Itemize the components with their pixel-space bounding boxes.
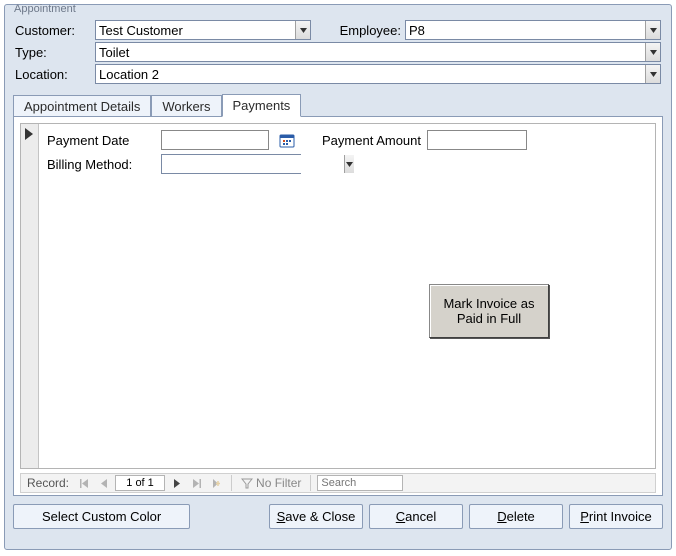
employee-dropdown-btn[interactable] <box>645 21 660 39</box>
groupbox-title: Appointment <box>11 3 79 15</box>
prev-record-icon <box>99 478 110 489</box>
payment-date-input[interactable] <box>162 131 268 149</box>
employee-label: Employee: <box>313 19 403 41</box>
last-record-icon <box>191 478 202 489</box>
chevron-down-icon <box>345 160 354 169</box>
tab-workers[interactable]: Workers <box>151 95 221 117</box>
mark-invoice-paid-label: Mark Invoice as Paid in Full <box>434 296 544 326</box>
payment-date-label: Payment Date <box>47 133 155 148</box>
cancel-button[interactable]: Cancel <box>369 504 463 529</box>
payments-subform: Payment Date <box>20 123 656 469</box>
chevron-down-icon <box>649 70 658 79</box>
nav-last-button[interactable] <box>187 474 205 492</box>
type-dropdown-btn[interactable] <box>645 43 660 61</box>
nav-next-button[interactable] <box>167 474 185 492</box>
nav-new-button[interactable] <box>207 474 225 492</box>
next-record-icon <box>171 478 182 489</box>
new-record-icon <box>211 478 222 489</box>
type-label: Type: <box>13 41 93 63</box>
calendar-button[interactable] <box>278 131 296 149</box>
type-combo[interactable] <box>95 42 661 62</box>
record-search[interactable] <box>317 475 403 491</box>
mark-invoice-paid-button[interactable]: Mark Invoice as Paid in Full <box>429 284 549 338</box>
customer-dropdown-btn[interactable] <box>295 21 310 39</box>
filter-text: No Filter <box>256 476 301 490</box>
select-custom-color-button[interactable]: Select Custom Color <box>13 504 190 529</box>
tabstrip: Appointment Details Workers Payments <box>13 93 663 116</box>
tabpage-payments: Payment Date <box>13 116 663 496</box>
billing-method-label: Billing Method: <box>47 157 155 172</box>
location-combo[interactable] <box>95 64 661 84</box>
first-record-icon <box>79 478 90 489</box>
appointment-groupbox: Appointment Customer: Employee: <box>4 4 672 550</box>
payment-amount-field[interactable] <box>427 130 527 150</box>
calendar-icon <box>279 132 295 148</box>
record-label: Record: <box>23 476 73 490</box>
payment-date-field[interactable] <box>161 130 269 150</box>
location-dropdown-btn[interactable] <box>645 65 660 83</box>
row-selector[interactable] <box>21 124 39 468</box>
record-navigator: Record: <box>20 473 656 493</box>
footer-bar: Select Custom Color Save & Close Cancel … <box>13 504 663 529</box>
location-input[interactable] <box>96 65 645 83</box>
billing-method-input[interactable] <box>162 155 344 173</box>
filter-indicator[interactable]: No Filter <box>238 476 304 490</box>
payment-amount-input[interactable] <box>428 131 526 149</box>
chevron-down-icon <box>649 26 658 35</box>
location-label: Location: <box>13 63 93 85</box>
customer-label: Customer: <box>13 19 93 41</box>
delete-button[interactable]: Delete <box>469 504 563 529</box>
employee-input[interactable] <box>406 21 645 39</box>
billing-method-dropdown-btn[interactable] <box>344 155 354 173</box>
tab-payments[interactable]: Payments <box>222 94 302 117</box>
tab-appointment-details[interactable]: Appointment Details <box>13 95 151 117</box>
customer-combo[interactable] <box>95 20 311 40</box>
chevron-down-icon <box>649 48 658 57</box>
nav-prev-button[interactable] <box>95 474 113 492</box>
select-custom-color-label: Select Custom Color <box>42 509 161 524</box>
filter-icon <box>241 477 253 489</box>
print-invoice-button[interactable]: Print Invoice <box>569 504 663 529</box>
payment-amount-label: Payment Amount <box>322 133 421 148</box>
current-record-icon <box>25 128 35 140</box>
employee-combo[interactable] <box>405 20 661 40</box>
type-input[interactable] <box>96 43 645 61</box>
billing-method-combo[interactable] <box>161 154 301 174</box>
customer-input[interactable] <box>96 21 295 39</box>
chevron-down-icon <box>299 26 308 35</box>
nav-first-button[interactable] <box>75 474 93 492</box>
header-table: Customer: Employee: <box>13 19 663 85</box>
record-position[interactable] <box>115 475 165 491</box>
save-close-button[interactable]: Save & Close <box>269 504 363 529</box>
